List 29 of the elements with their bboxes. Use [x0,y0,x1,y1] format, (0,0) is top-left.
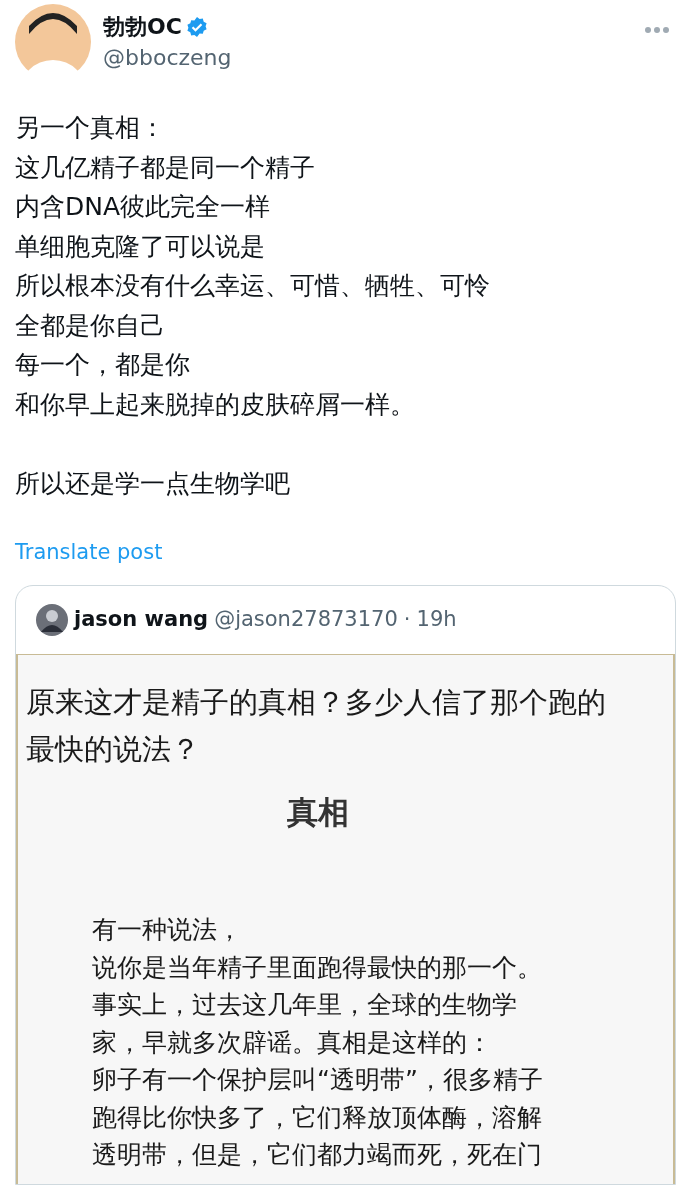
post-text-line: 这几亿精子都是同一个精子 [15,151,315,184]
image-paragraph-line: 说你是当年精子里面跑得最快的那一个。 [92,951,542,984]
quoted-author-name[interactable]: jason wang [74,603,209,636]
image-paragraph-line: 卵子有一个保护层叫“透明带”，很多精子 [92,1064,543,1096]
image-paragraph-line: 透明带，但是，它们都力竭而死，死在门 [92,1139,542,1171]
post-text-line: 所以还是学一点生物学吧 [15,467,290,500]
image-paragraph-line: 跑得比你快多了，它们释放顶体酶，溶解 [92,1101,542,1134]
image-title-line: 最快的说法？ [26,730,200,768]
author-handle[interactable]: @bboczeng [103,43,644,73]
author-name[interactable]: 勃勃OC [103,10,182,43]
document-image[interactable]: 原来这才是精子的真相？多少人信了那个跑的 最快的说法？ 真相 有一种说法， 说你是当年精子里面跑得最快的那一个。 事实上，过去这几年里，全球的生物学 家，早就多次辟谣。真相是这样的： 卵子有一个保护层叫“透明带”，很多精子 跑得比你快多了，它们释放顶体酶，溶解 透明带，但是，它们都力竭而死，死在门 [16,653,675,1184]
image-paragraph-line: 家，早就多次辟谣。真相是这样的： [92,1026,492,1059]
quoted-post-card[interactable]: jason wang @jason27873170 · 19h 原来这才是精子的真相？多少人信了那个跑的 最快的说法？ 真相 有一种说法， 说你是当年精子里面跑得最快的那一个。 事实上，过去这几年里，全球的生物学 家，早就多次辟谣。真相是这样的： 卵子有一个保护层叫“透明带”，很多精子 跑得比你快多了，它们释放顶体酶，溶解 透明带，但是，它们都力竭而死，死在门 [15,584,676,1185]
post-text-line: 每一个，都是你 [15,349,190,381]
post-text-line: 全都是你自己 [15,309,165,342]
post-text-line: 另一个真相： [15,112,165,144]
image-paragraph-line: 有一种说法， [92,914,242,946]
post-text-line: 所以根本没有什么幸运、可惜、牺牲、可怜 [15,270,490,302]
avatar-icon[interactable] [15,4,91,80]
post-text-line: 和你早上起来脱掉的皮肤碎屑一样。 [15,388,415,421]
avatar-icon[interactable] [36,603,68,636]
post-text-line: 单细胞克隆了可以说是 [15,230,265,263]
image-paragraph-line: 事实上，过去这几年里，全球的生物学 [92,989,517,1021]
separator-dot: · [403,605,411,633]
image-title-line: 原来这才是精子的真相？多少人信了那个跑的 [26,683,606,721]
post-time: 19h [416,605,457,633]
image-heading: 真相 [286,792,349,832]
quoted-author-handle[interactable]: @jason27873170 [214,603,398,636]
post-text-line: 内含DNA彼此完全一样 [15,191,271,223]
